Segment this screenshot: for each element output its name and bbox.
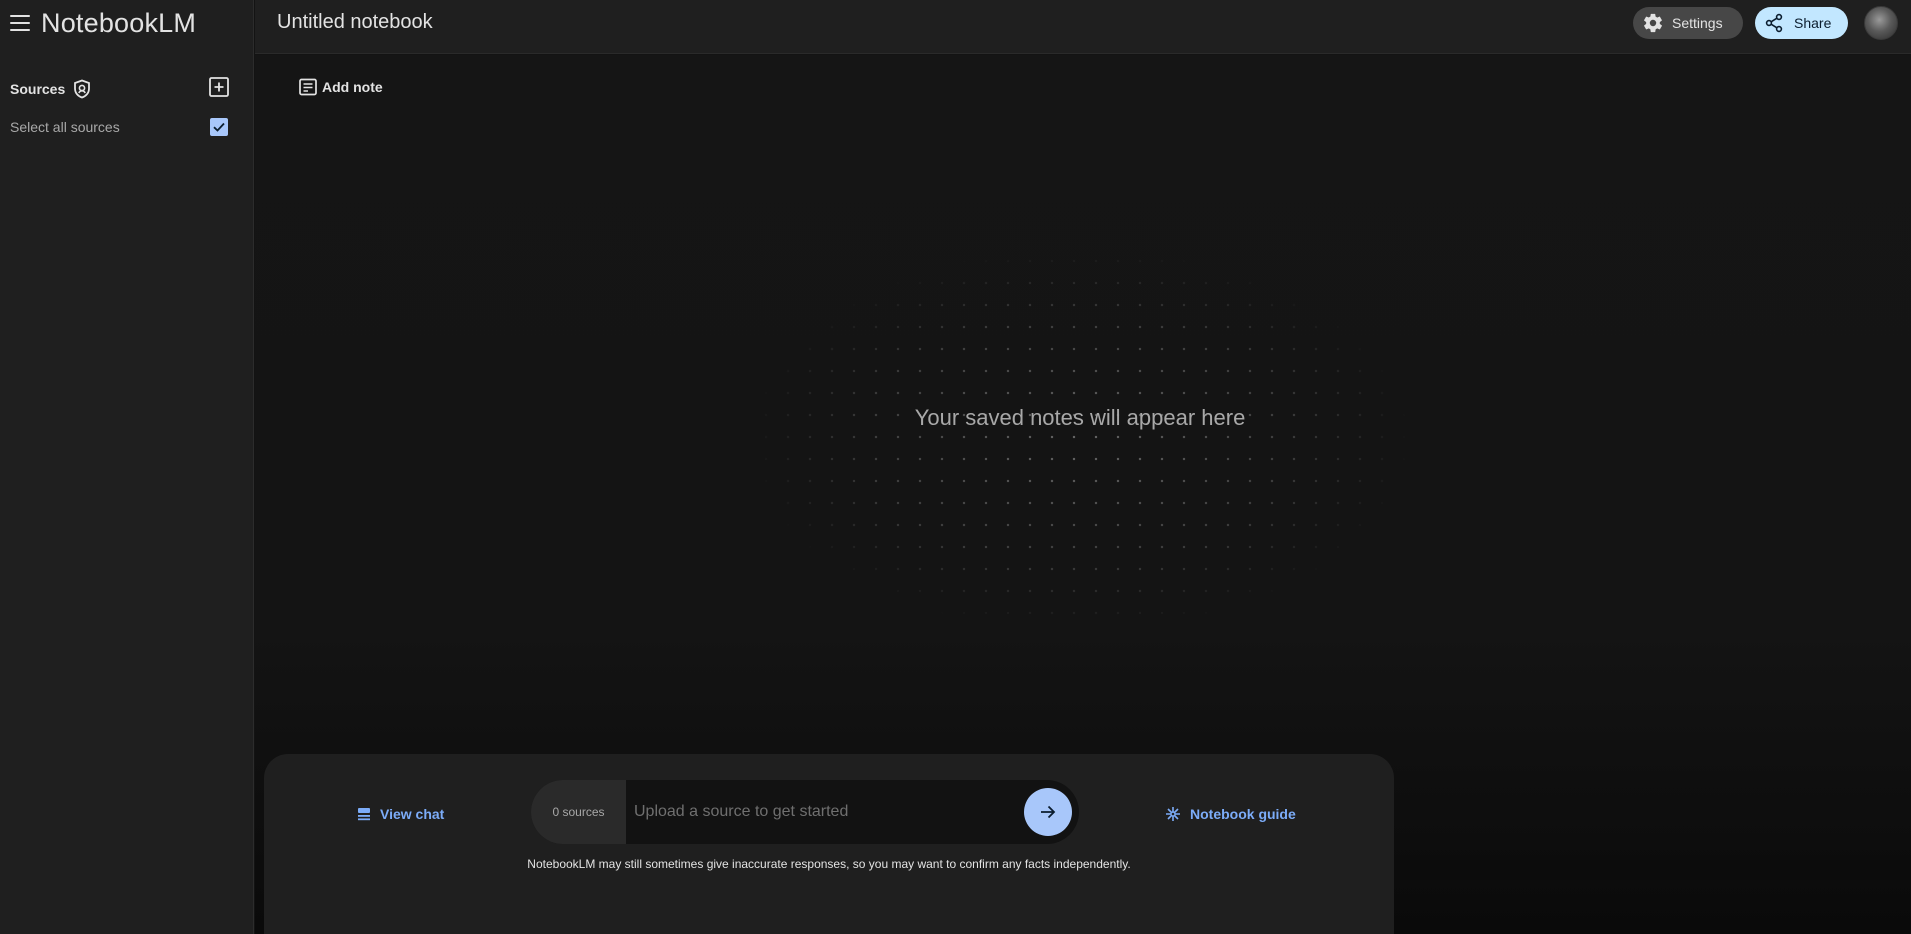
sparkle-icon	[1166, 807, 1180, 821]
brand: NotebookLM	[10, 6, 196, 40]
app-name: NotebookLM	[41, 7, 197, 38]
sidebar: NotebookLM Sources Select all sources	[0, 0, 254, 934]
view-chat-button[interactable]: View chat	[356, 804, 444, 824]
add-box-icon[interactable]	[208, 76, 230, 98]
source-count-chip: 0 sources	[531, 780, 626, 844]
check-icon	[213, 122, 225, 132]
note-add-icon	[299, 78, 317, 96]
chat-icon	[358, 808, 370, 821]
notebook-title[interactable]: Untitled notebook	[277, 11, 433, 34]
disclaimer-text: NotebookLM may still sometimes give inac…	[527, 857, 1131, 871]
chat-input-bar: 0 sources	[531, 780, 1079, 844]
empty-state-dot-pattern	[755, 250, 1405, 630]
add-note-label: Add note	[322, 79, 383, 95]
add-note-button[interactable]: Add note	[298, 75, 383, 99]
notebook-guide-label: Notebook guide	[1190, 806, 1296, 822]
shield-icon[interactable]	[73, 79, 91, 99]
share-icon	[1765, 13, 1783, 33]
sources-title: Sources	[10, 81, 66, 97]
select-all-label: Select all sources	[10, 119, 120, 135]
app-root: NotebookLM Sources Select all sources Un…	[0, 0, 1911, 934]
notebook-guide-button[interactable]: Notebook guide	[1165, 804, 1296, 824]
select-all-checkbox[interactable]	[210, 118, 228, 136]
share-button[interactable]: Share	[1755, 7, 1848, 39]
menu-icon[interactable]	[10, 15, 30, 31]
share-label: Share	[1794, 15, 1832, 31]
top-bar: Untitled notebook Settings Share	[255, 0, 1911, 54]
send-button[interactable]	[1024, 788, 1072, 836]
select-all-row[interactable]: Select all sources	[10, 117, 230, 137]
view-chat-label: View chat	[380, 806, 445, 822]
gear-icon	[1644, 13, 1662, 33]
settings-button[interactable]: Settings	[1633, 7, 1743, 39]
chat-panel: View chat 0 sources Notebook guide Noteb…	[264, 754, 1394, 934]
chat-input[interactable]	[634, 780, 1014, 844]
settings-label: Settings	[1672, 15, 1723, 31]
avatar[interactable]	[1864, 6, 1898, 40]
sources-header: Sources	[10, 76, 230, 100]
empty-notes-message: Your saved notes will appear here	[914, 405, 1246, 430]
arrow-right-icon	[1041, 805, 1056, 819]
